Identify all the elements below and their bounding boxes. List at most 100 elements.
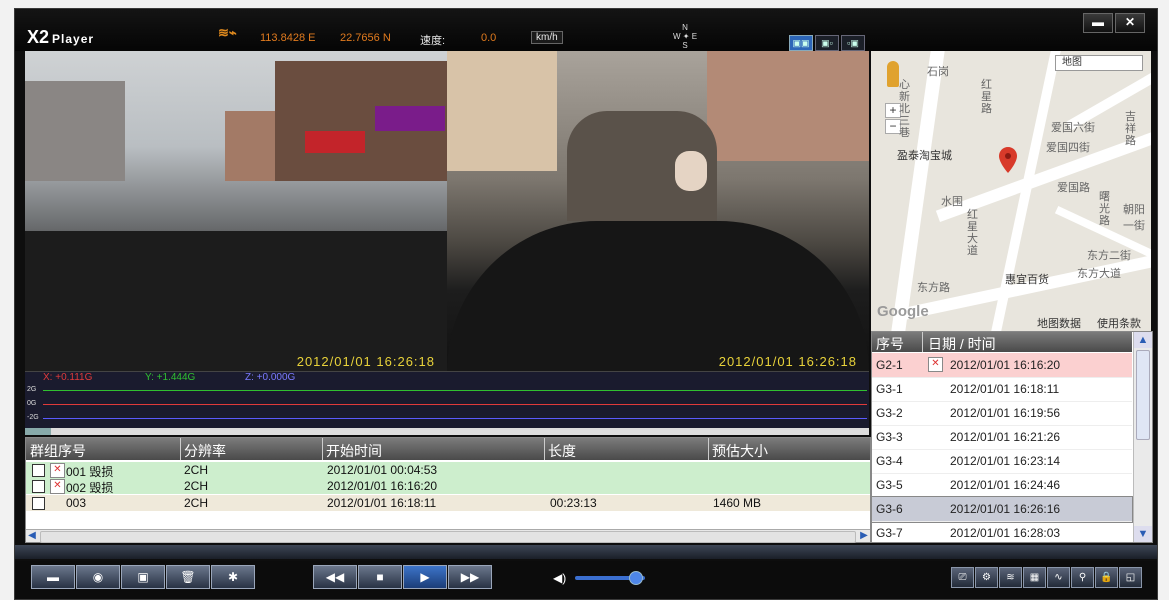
layout-single-button[interactable]: ▫▣ bbox=[841, 35, 865, 51]
stop-button[interactable]: ■ bbox=[358, 565, 402, 589]
cell-group: 002 毁损 bbox=[66, 481, 114, 495]
list-item[interactable]: G3-1 2012/01/01 16:18:11 bbox=[872, 377, 1132, 402]
g-x-label: X: +0.111G bbox=[43, 372, 93, 383]
table-header: 群组序号 分辨率 开始时间 长度 预估大小 bbox=[26, 438, 870, 460]
col-length[interactable]: 长度 bbox=[548, 441, 576, 461]
street-view-pegman-icon[interactable] bbox=[887, 61, 899, 87]
cabin-camera-view[interactable]: 2012/01/01 16:26:18 bbox=[447, 51, 869, 371]
map-label: 吉祥路 bbox=[1125, 111, 1136, 147]
speed-unit: km/h bbox=[531, 31, 563, 44]
list-item[interactable]: G2-1 ✕ 2012/01/01 16:16:20 bbox=[872, 353, 1132, 378]
latitude-value: 22.7656 N bbox=[340, 32, 391, 44]
graph-scrollbar[interactable] bbox=[25, 428, 869, 435]
map-label: 石岗 bbox=[927, 66, 949, 78]
search-button[interactable]: ⚲ bbox=[1071, 567, 1094, 588]
table-row[interactable]: ✕ 001 毁损 2CH 2012/01/01 00:04:53 bbox=[26, 462, 870, 479]
map-label: 惠宜百货 bbox=[1005, 274, 1049, 286]
g-z-trace bbox=[43, 418, 867, 419]
list-item[interactable]: G3-4 2012/01/01 16:23:14 bbox=[872, 449, 1132, 474]
list-item[interactable]: G3-5 2012/01/01 16:24:46 bbox=[872, 473, 1132, 498]
tool-button-2[interactable]: ⚙ bbox=[975, 567, 998, 588]
event-id: G3-7 bbox=[876, 526, 903, 540]
event-list: 序号 日期 / 时间 G2-1 ✕ 2012/01/01 16:16:20 G3… bbox=[871, 331, 1153, 543]
delete-button[interactable]: 🗑 bbox=[166, 565, 210, 589]
hscroll-thumb[interactable] bbox=[40, 531, 856, 543]
col-datetime[interactable]: 日期 / 时间 bbox=[928, 334, 996, 354]
scroll-down-icon[interactable]: ▼ bbox=[1134, 526, 1152, 542]
close-button[interactable]: ✕ bbox=[1115, 13, 1145, 33]
col-start-time[interactable]: 开始时间 bbox=[326, 441, 382, 461]
speaker-icon[interactable]: ◀) bbox=[553, 571, 566, 585]
row-checkbox[interactable] bbox=[32, 464, 45, 477]
layout-split-button[interactable]: ▣▣ bbox=[789, 35, 813, 51]
scroll-right-icon[interactable]: ▶ bbox=[858, 530, 870, 542]
layout-pip-button[interactable]: ▣▫ bbox=[815, 35, 839, 51]
cell-resolution: 2CH bbox=[184, 479, 209, 493]
damaged-file-icon: ✕ bbox=[50, 463, 65, 478]
fast-forward-button[interactable]: ▶▶ bbox=[448, 565, 492, 589]
cell-start: 2012/01/01 00:04:53 bbox=[327, 463, 438, 477]
col-id[interactable]: 序号 bbox=[876, 334, 904, 354]
graph-button[interactable]: ∿ bbox=[1047, 567, 1070, 588]
table-hscrollbar[interactable]: ◀ ▶ bbox=[26, 529, 870, 543]
cell-resolution: 2CH bbox=[184, 463, 209, 477]
list-item[interactable]: G3-2 2012/01/01 16:19:56 bbox=[872, 401, 1132, 426]
save-icon: ▣ bbox=[137, 570, 149, 584]
graph-scroll-thumb[interactable] bbox=[25, 428, 51, 435]
scroll-left-icon[interactable]: ◀ bbox=[26, 530, 38, 542]
event-datetime: 2012/01/01 16:19:56 bbox=[950, 406, 1061, 420]
vscroll-thumb[interactable] bbox=[1136, 350, 1150, 440]
speed-label: 速度: bbox=[420, 35, 446, 47]
tool-button-1[interactable]: ⎚ bbox=[951, 567, 974, 588]
table-row[interactable]: ✕ 002 毁损 2CH 2012/01/01 16:16:20 bbox=[26, 478, 870, 495]
list-item[interactable]: G3-6 2012/01/01 16:26:16 bbox=[872, 496, 1133, 523]
volume-knob[interactable] bbox=[629, 571, 643, 585]
event-datetime: 2012/01/01 16:21:26 bbox=[950, 430, 1061, 444]
map-label: 东方二街 bbox=[1087, 250, 1131, 262]
map-terms-link[interactable]: 使用条款 bbox=[1097, 315, 1141, 331]
recording-table: 群组序号 分辨率 开始时间 长度 预估大小 ✕ 001 毁损 2CH 2012/… bbox=[25, 437, 871, 543]
location-pin-icon bbox=[999, 147, 1017, 173]
fullscreen-button[interactable]: ◱ bbox=[1119, 567, 1142, 588]
app-logo: X2 Player bbox=[27, 27, 95, 47]
lock-button[interactable]: 🔒 bbox=[1095, 567, 1118, 588]
g-x-trace bbox=[43, 404, 867, 405]
open-folder-button[interactable]: ▬ bbox=[31, 565, 75, 589]
settings-button[interactable]: ✱ bbox=[211, 565, 255, 589]
rewind-button[interactable]: ◀◀ bbox=[313, 565, 357, 589]
table-row[interactable]: 003 2CH 2012/01/01 16:18:11 00:23:13 146… bbox=[26, 495, 870, 511]
event-list-scrollbar[interactable]: ▲ ▼ bbox=[1133, 332, 1152, 542]
compass-e: E bbox=[691, 32, 698, 41]
play-button[interactable]: ▶ bbox=[403, 565, 447, 589]
col-group[interactable]: 群组序号 bbox=[30, 441, 86, 461]
scroll-up-icon[interactable]: ▲ bbox=[1134, 332, 1152, 348]
satellite-icon: ≋⌁ bbox=[218, 25, 237, 40]
cell-size: 1460 MB bbox=[713, 496, 762, 510]
event-id: G3-3 bbox=[876, 430, 903, 444]
playback-seek-bar[interactable] bbox=[15, 545, 1157, 559]
compass-w: W bbox=[672, 32, 681, 41]
row-checkbox[interactable] bbox=[32, 480, 45, 493]
list-item[interactable]: G3-7 2012/01/01 16:28:03 bbox=[872, 521, 1132, 542]
col-resolution[interactable]: 分辨率 bbox=[184, 441, 226, 461]
map-attribution[interactable]: 地图数据 bbox=[1037, 315, 1081, 331]
map-panel[interactable]: + − 地图 石岗 红星路 心新北三巷 爱国六街 爱国四街 吉祥路 盈泰淘宝城 … bbox=[871, 51, 1151, 331]
event-id: G2-1 bbox=[876, 358, 903, 372]
map-label: 红星路 bbox=[981, 79, 992, 115]
event-id: G3-5 bbox=[876, 478, 903, 492]
map-view-button[interactable]: ▦ bbox=[1023, 567, 1046, 588]
compass-icon: N W ✦ E S bbox=[672, 23, 698, 50]
map-label: 东方大道 bbox=[1077, 268, 1121, 280]
save-button[interactable]: ▣ bbox=[121, 565, 165, 589]
minimize-button[interactable]: ▬ bbox=[1083, 13, 1113, 33]
front-camera-view[interactable]: 2012/01/01 16:26:18 bbox=[25, 51, 447, 371]
col-size[interactable]: 预估大小 bbox=[712, 441, 768, 461]
row-checkbox[interactable] bbox=[32, 497, 45, 510]
map-type-select[interactable]: 地图 bbox=[1055, 55, 1143, 71]
event-datetime: 2012/01/01 16:16:20 bbox=[950, 358, 1061, 372]
tool-button-3[interactable]: ≋ bbox=[999, 567, 1022, 588]
event-datetime: 2012/01/01 16:18:11 bbox=[950, 382, 1060, 396]
list-item[interactable]: G3-3 2012/01/01 16:21:26 bbox=[872, 425, 1132, 450]
rewind-icon: ◀◀ bbox=[325, 570, 345, 584]
snapshot-button[interactable]: ◉ bbox=[76, 565, 120, 589]
